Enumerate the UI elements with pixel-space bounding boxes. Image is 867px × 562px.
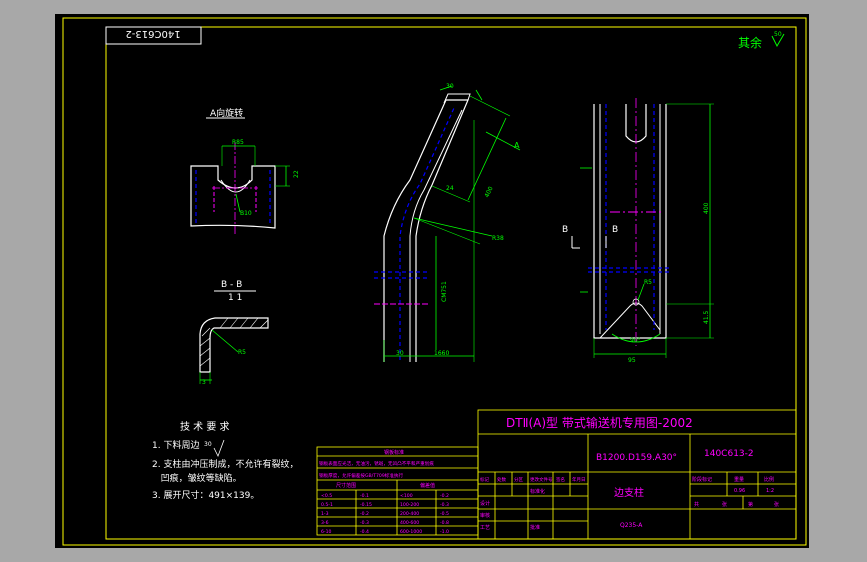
code-box-label: 140C613-2 [125, 28, 180, 39]
main-dim-6: 30 [396, 350, 404, 357]
param-cell: 0.5-1 [321, 502, 333, 508]
param-cell: 6-10 [321, 529, 332, 535]
tb-sheet-0: 共 [694, 501, 699, 508]
tb-sign-3: 批准 [530, 524, 540, 531]
main-dim-3: R38 [492, 235, 504, 242]
side-dim-3: R5 [644, 279, 652, 286]
tb-material: Q235-A [620, 522, 643, 529]
tb-rev-5: 年月日 [572, 476, 586, 483]
main-dim-5: CM751 [441, 281, 448, 302]
tech-req-item-3: 3. 展开尺寸：491×139。 [152, 489, 259, 501]
side-dim-0: B [562, 225, 568, 235]
param-cell: 400-600 [400, 520, 419, 526]
side-dim-2: 400 [703, 202, 710, 214]
view-b-dim-0: R5 [238, 349, 246, 356]
tb-title: DTⅡ(A)型 带式输送机专用图-2002 [506, 415, 693, 430]
view-a-dim-0: R85 [232, 139, 244, 146]
surface-note: 其余 [738, 35, 762, 50]
param-header-1: 偏差值 [420, 482, 435, 489]
param-cell: -0.5 [440, 511, 449, 517]
param-cell: <0.5 [321, 493, 332, 499]
tb-stage-0: 阶段标记 [692, 476, 712, 483]
tb-rev-2: 分区 [514, 476, 523, 483]
param-note-2: 钢板厚度，允许偏差按GB/T709标准执行 [319, 472, 404, 479]
param-note-1: 钢板表面应光洁，无油污，锈斑，无凹凸不平和严重划痕 [319, 460, 434, 467]
param-cell: -0.2 [440, 493, 449, 499]
tech-req-title: 技 术 要 求 [180, 420, 230, 433]
param-cell: 3-6 [321, 520, 329, 526]
param-cell: -0.3 [360, 520, 369, 526]
tb-rev-3: 更改文件号 [530, 476, 553, 483]
tb-sheet-2: 第 [748, 501, 753, 508]
tb-sheet-3: 张 [774, 501, 779, 508]
tb-part-name: 边支柱 [614, 486, 644, 499]
tb-stage-1: 重量 [734, 476, 744, 483]
tb-model: B1200.D159.A30° [596, 453, 677, 463]
tech-req-item-0-suffix: 30 [204, 441, 212, 448]
surface-value: 50 [774, 31, 782, 38]
tb-sheet-1: 张 [722, 501, 727, 508]
view-a-title: A向旋转 [210, 107, 243, 119]
tb-sign-1: 审核 [480, 512, 490, 519]
tb-std: 标准化 [530, 488, 545, 495]
param-cell: 1-3 [321, 511, 329, 517]
param-cell: 600-1000 [400, 529, 422, 535]
side-dim-1: B [612, 225, 618, 235]
tb-stage-2: 比例 [764, 476, 774, 483]
tb-weight: 0.96 [734, 488, 745, 494]
tb-sign-0: 设计 [480, 500, 490, 507]
param-cell: -0.3 [440, 502, 449, 508]
param-cell: -0.4 [360, 529, 369, 535]
main-dim-1: A [514, 141, 520, 150]
tb-scale: 1:2 [766, 488, 774, 494]
param-cell: 100-200 [400, 502, 419, 508]
view-b-title: B - B [221, 280, 242, 290]
tb-sign-2: 工艺 [480, 525, 490, 531]
param-cell: -1.0 [440, 529, 449, 535]
tech-req-item-0: 1. 下料周边 [152, 439, 199, 451]
tb-code: 140C613-2 [704, 449, 754, 459]
param-cell: -0.2 [360, 511, 369, 517]
tb-rev-4: 签名 [556, 476, 565, 483]
main-dim-7: 1660 [434, 350, 449, 357]
param-cell: <100 [400, 493, 413, 499]
param-cell: -0.1 [360, 493, 369, 499]
param-cell: -0.15 [360, 502, 372, 508]
view-b-dim-1: 3 [202, 379, 206, 386]
view-a-dim-1: 22 [293, 170, 300, 178]
param-cell: -0.8 [440, 520, 449, 526]
main-dim-2: 24 [446, 185, 454, 192]
side-dim-4: 90° [630, 337, 641, 344]
tb-rev-0: 标记 [480, 476, 489, 483]
side-dim-6: 95 [628, 357, 636, 364]
view-a-dim-2: B10 [240, 210, 252, 217]
tb-rev-1: 处数 [497, 476, 506, 483]
tech-req-item-1: 2. 支柱由冲压制成，不允许有裂纹， [152, 458, 298, 470]
view-b-subtitle: 1 1 [228, 293, 242, 303]
main-dim-0: 30 [446, 83, 454, 90]
param-cell: 200-400 [400, 511, 419, 517]
param-header-0: 尺寸范围 [336, 482, 356, 489]
tech-req-item-2: 凹痕，皱纹等缺陷。 [152, 472, 242, 484]
cad-drawing-canvas: 140C613-2 其余 50 A向旋转 R85 22 B10 B - B 1 [55, 14, 809, 548]
param-title: 钢板标准 [384, 449, 404, 456]
side-dim-5: 41.5 [703, 310, 710, 324]
